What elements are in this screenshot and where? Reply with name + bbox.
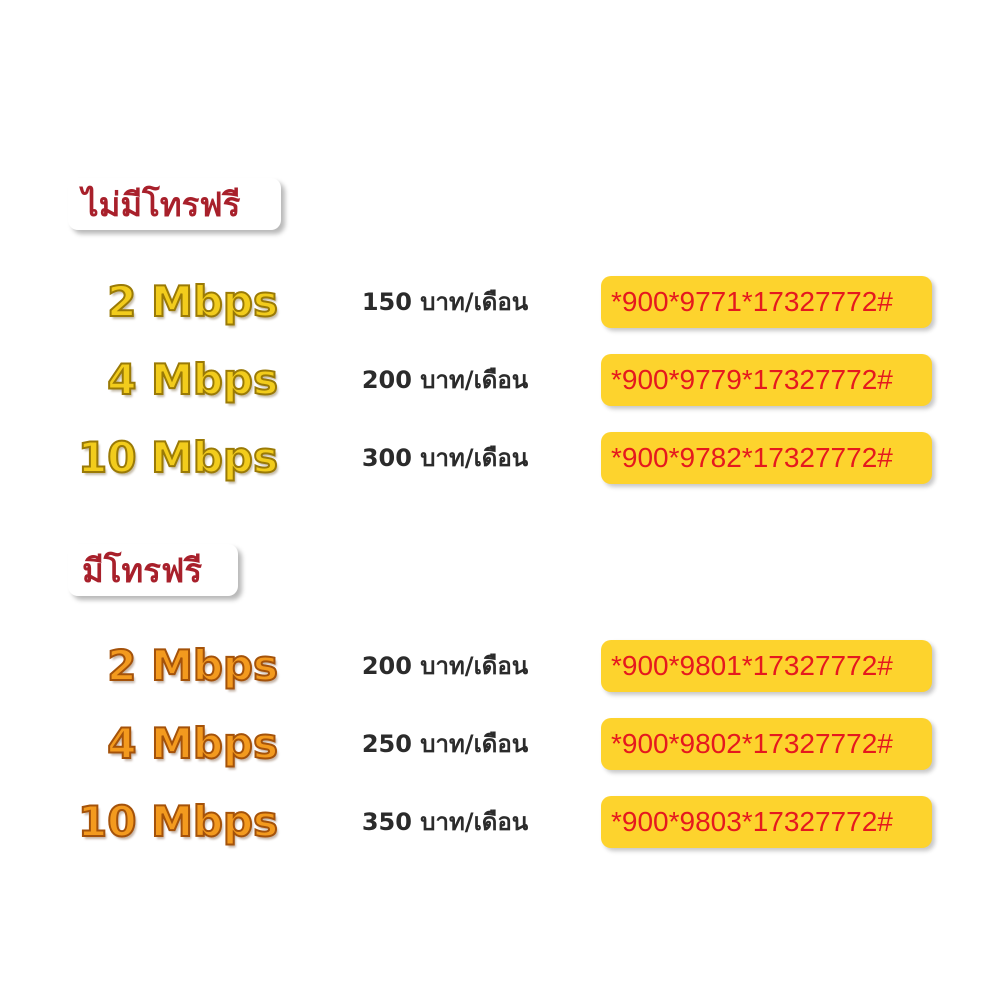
dial-code-text: *900*9782*17327772#: [611, 442, 893, 473]
dial-code-button[interactable]: *900*9802*17327772#: [601, 718, 932, 770]
plan-row: 2 Mbps 150 บาท/เดือน *900*9771*17327772#: [0, 272, 1000, 332]
plan-price: 200 บาท/เดือน: [361, 652, 529, 680]
plan-speed: 4 Mbps: [106, 718, 279, 769]
plan-speed: 4 Mbps: [106, 354, 279, 405]
section-label-text: ไม่มีโทรฟรี: [82, 184, 241, 224]
dial-code-text: *900*9801*17327772#: [611, 650, 893, 681]
plan-price: 150 บาท/เดือน: [361, 288, 529, 316]
plan-row: 10 Mbps 300 บาท/เดือน *900*9782*17327772…: [0, 428, 1000, 488]
section-label-free-calls: มีโทรฟรี: [68, 544, 238, 596]
dial-code-button[interactable]: *900*9801*17327772#: [601, 640, 932, 692]
plan-row: 10 Mbps 350 บาท/เดือน *900*9803*17327772…: [0, 792, 1000, 852]
plan-price: 350 บาท/เดือน: [361, 808, 529, 836]
dial-code-button[interactable]: *900*9779*17327772#: [601, 354, 932, 406]
dial-code-button[interactable]: *900*9782*17327772#: [601, 432, 932, 484]
plan-row: 4 Mbps 200 บาท/เดือน *900*9779*17327772#: [0, 350, 1000, 410]
plan-row: 4 Mbps 250 บาท/เดือน *900*9802*17327772#: [0, 714, 1000, 774]
section-label-no-free-calls: ไม่มีโทรฟรี: [68, 178, 281, 230]
plan-price: 250 บาท/เดือน: [361, 730, 529, 758]
dial-code-text: *900*9779*17327772#: [611, 364, 893, 395]
dial-code-button[interactable]: *900*9771*17327772#: [601, 276, 932, 328]
plan-row: 2 Mbps 200 บาท/เดือน *900*9801*17327772#: [0, 636, 1000, 696]
dial-code-text: *900*9771*17327772#: [611, 286, 893, 317]
plan-speed: 2 Mbps: [106, 276, 279, 327]
dial-code-text: *900*9803*17327772#: [611, 806, 893, 837]
section-label-text: มีโทรฟรี: [82, 550, 203, 590]
dial-code-text: *900*9802*17327772#: [611, 728, 893, 759]
plan-speed: 10 Mbps: [77, 432, 279, 483]
plan-speed: 10 Mbps: [77, 796, 279, 847]
plan-speed: 2 Mbps: [106, 640, 279, 691]
dial-code-button[interactable]: *900*9803*17327772#: [601, 796, 932, 848]
plan-price: 300 บาท/เดือน: [361, 444, 529, 472]
plan-price: 200 บาท/เดือน: [361, 366, 529, 394]
